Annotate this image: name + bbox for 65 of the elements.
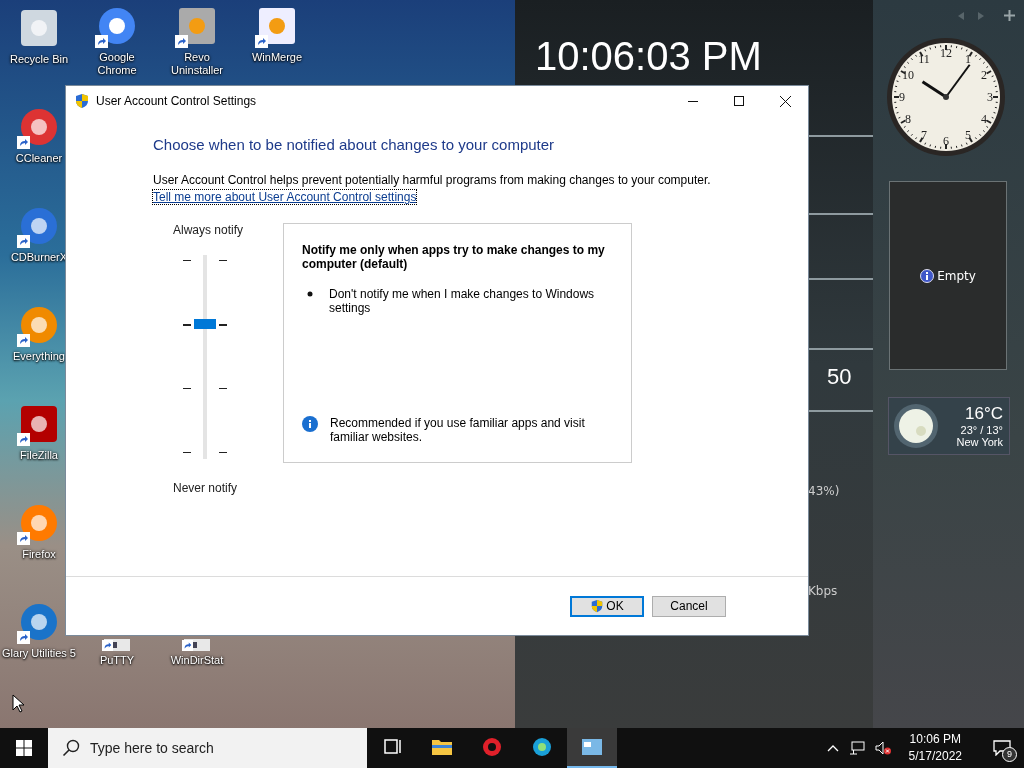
gadget-reading: 50: [827, 364, 852, 390]
digital-clock: 10:06:03 PM: [535, 34, 762, 79]
clock-numeral: 11: [918, 52, 930, 65]
clock-numeral: 10: [901, 69, 914, 81]
desktop-icon-label[interactable]: Recycle Bin: [9, 53, 69, 66]
window-title: User Account Control Settings: [96, 94, 258, 108]
window-icon: [581, 737, 603, 757]
info-icon: [302, 416, 318, 432]
network-icon[interactable]: [848, 741, 865, 755]
notification-icon: [993, 740, 1011, 756]
clock-numeral: 9: [899, 91, 905, 103]
gadget-text: Kbps: [808, 584, 838, 598]
moon-icon: [893, 403, 939, 449]
taskbar-clock[interactable]: 10:06 PM 5/17/2022: [900, 731, 970, 765]
windows-logo-icon: [16, 740, 32, 756]
clock-numeral: 3: [987, 91, 993, 103]
mouse-cursor-icon: [12, 694, 24, 713]
desktop-icon-label[interactable]: Glary Utilities 5: [2, 647, 76, 660]
desktop-icon-label[interactable]: CDBurnerX: [10, 251, 68, 264]
clock-time: 10:06 PM: [909, 731, 961, 748]
notify-level-slider[interactable]: [185, 255, 229, 459]
chevron-up-icon[interactable]: [826, 744, 839, 752]
notification-button[interactable]: 9: [980, 728, 1024, 768]
setting-title: Notify me only when apps try to make changes to my computer (default): [302, 243, 606, 271]
clock-numeral: 2: [981, 69, 988, 81]
folder-icon: [431, 737, 453, 757]
taskbar-app-button[interactable]: [567, 728, 617, 768]
slider-thumb[interactable]: [194, 318, 216, 329]
add-icon[interactable]: [1004, 10, 1015, 21]
info-icon: [920, 268, 935, 283]
slider-top-label: Always notify: [173, 223, 245, 237]
temperature-range: 23° / 13°: [960, 424, 1003, 436]
recommendation-text: Recommended if you use familiar apps and visit familiar websites.: [330, 416, 586, 444]
desktop-icon-label[interactable]: PuTTY: [99, 654, 135, 667]
speaker-muted-icon[interactable]: [874, 741, 891, 755]
temperature: 16°C: [965, 404, 1003, 424]
slideshow-status: Empty: [937, 268, 976, 283]
search-field[interactable]: Type here to search: [48, 728, 367, 768]
close-icon: [779, 95, 791, 107]
city-name: New York: [956, 436, 1003, 448]
maximize-icon: [734, 96, 744, 106]
clock-numeral: 1: [965, 52, 971, 65]
dialog-heading: Choose when to be notified about changes to your computer: [153, 136, 556, 153]
gadget-text: 43%): [808, 484, 840, 498]
bullet-icon: [307, 291, 313, 297]
desktop-icon-label[interactable]: WinDirStat: [170, 654, 224, 667]
clock-numeral: 5: [965, 129, 971, 142]
clock-date: 5/17/2022: [908, 748, 962, 765]
desktop-icon-label[interactable]: Revo Uninstaller: [166, 51, 228, 77]
clock-numeral: 12: [940, 47, 952, 59]
clock-numeral: 4: [981, 113, 988, 125]
desktop-icon-label[interactable]: WinMerge: [251, 51, 303, 64]
search-icon: [62, 739, 80, 757]
clock-numeral: 8: [904, 113, 911, 125]
description-text: User Account Control helps prevent potentially harmful programs from making changes to your computer.: [153, 173, 712, 187]
desktop-icon-label[interactable]: Google Chrome: [86, 51, 148, 77]
cancel-button[interactable]: Cancel: [652, 595, 726, 617]
help-link[interactable]: Tell me more about User Account Control settings: [153, 190, 417, 204]
notification-count-badge: 9: [1002, 747, 1017, 762]
clock-numeral: 7: [921, 129, 927, 142]
slider-bottom-label: Never notify: [173, 481, 239, 495]
desktop-icon-label[interactable]: CCleaner: [15, 152, 63, 165]
task-view-icon: [381, 737, 403, 757]
ok-button[interactable]: OK: [570, 595, 644, 617]
bullet-text: Don't notify me when I make changes to Windows settings: [329, 287, 596, 315]
